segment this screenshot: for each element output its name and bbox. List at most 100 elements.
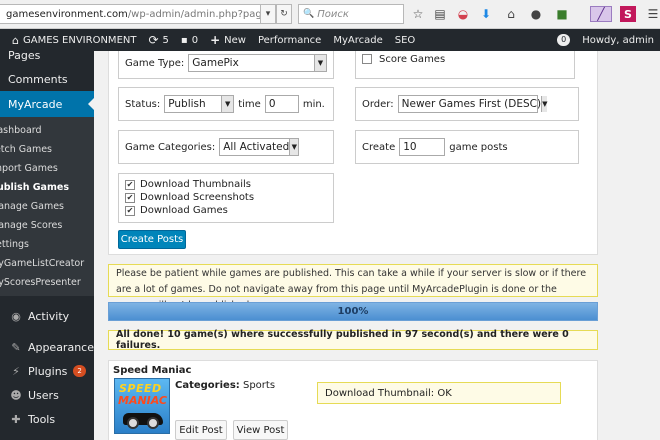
reading-list-icon[interactable]: ▤: [432, 6, 448, 22]
new-content-link[interactable]: + New: [204, 29, 252, 51]
game-type-select[interactable]: GamePix ▼: [188, 54, 327, 72]
sidebar-item-label: Activity: [28, 309, 70, 323]
time-input[interactable]: 0: [264, 95, 299, 113]
submenu-fetch-games[interactable]: Fetch Games: [0, 140, 94, 159]
score-games-checkbox[interactable]: [362, 54, 372, 64]
pen-icon[interactable]: ╱: [590, 6, 612, 22]
notification-count[interactable]: 0: [557, 34, 571, 46]
game-title[interactable]: Speed Maniac: [113, 365, 192, 376]
plugins-update-badge: 2: [73, 365, 86, 377]
car-icon: [123, 413, 163, 429]
dropdown-icon[interactable]: ▾: [260, 4, 276, 24]
myarcade-label: MyArcade: [333, 34, 383, 46]
download-games-row[interactable]: ✔ Download Games: [125, 205, 228, 217]
activity-icon: ◉: [11, 309, 21, 323]
game-thumbnail[interactable]: SPEED MANIAC: [114, 378, 170, 434]
order-value: Newer Games First (DESC): [401, 98, 542, 110]
sidebar-item-tools[interactable]: ✚ Tools: [0, 407, 94, 431]
game-posts-label: game posts: [449, 141, 508, 153]
check-icon[interactable]: ✔: [125, 179, 135, 190]
sidebar-item-label: MyArcade: [8, 97, 63, 111]
new-label: New: [224, 34, 246, 46]
submenu-mygamelistcreator[interactable]: MyGameListCreator: [0, 254, 94, 273]
sidebar-item-label: Users: [28, 388, 59, 402]
submenu-settings[interactable]: Settings: [0, 235, 94, 254]
comment-icon: ▪: [180, 34, 188, 46]
search-input[interactable]: 🔍 Поиск: [298, 4, 404, 24]
sidebar-item-myarcade[interactable]: MyArcade: [0, 91, 94, 117]
create-posts-button[interactable]: Create Posts: [118, 230, 186, 249]
comments-count: 0: [191, 34, 199, 46]
reload-icon[interactable]: ↻: [276, 4, 292, 24]
myarcade-submenu: Dashboard Fetch Games Import Games Publi…: [0, 117, 94, 296]
download-thumbnails-row[interactable]: ✔ Download Thumbnails: [125, 179, 251, 191]
updates-count: 5: [162, 34, 169, 46]
howdy-account-link[interactable]: Howdy, admin: [576, 29, 660, 51]
score-games-label: Score Games: [379, 54, 446, 65]
sidebar-item-pages[interactable]: Pages: [0, 51, 94, 62]
submenu-publish-games[interactable]: Publish Games: [0, 178, 94, 197]
site-name-link[interactable]: ⌂ GAMES ENVIRONMENT: [0, 29, 142, 51]
download-thumbnail-status: Download Thumbnail: OK: [317, 382, 561, 404]
search-placeholder: Поиск: [317, 8, 349, 20]
wrench-icon: ✚: [11, 412, 21, 426]
submenu-manage-scores[interactable]: Manage Scores: [0, 216, 94, 235]
updates-link[interactable]: ⟳ 5: [142, 29, 174, 51]
chat-icon[interactable]: ●: [528, 6, 544, 22]
seo-link[interactable]: SEO: [389, 29, 422, 51]
status-label: Status:: [125, 98, 161, 110]
sidebar-item-activity[interactable]: ◉ Activity: [0, 304, 94, 328]
categories-label: Categories:: [175, 380, 240, 391]
download-icon[interactable]: ⬇: [478, 6, 494, 22]
admin-sidebar: Pages Comments MyArcade Dashboard Fetch …: [0, 51, 94, 440]
submenu-myscorespresenter[interactable]: MyScoresPresenter: [0, 273, 94, 292]
site-name: GAMES ENVIRONMENT: [22, 34, 137, 46]
check-icon[interactable]: ✔: [125, 192, 135, 203]
comments-link[interactable]: ▪ 0: [175, 29, 204, 51]
chevron-down-icon: ▼: [314, 55, 326, 71]
myarcade-link[interactable]: MyArcade: [327, 29, 388, 51]
submenu-dashboard[interactable]: Dashboard: [0, 121, 94, 140]
game-type-value: GamePix: [192, 57, 239, 69]
status-value: Publish: [168, 98, 206, 110]
home-icon[interactable]: ⌂: [503, 6, 519, 22]
menu-icon[interactable]: ☰: [645, 6, 660, 22]
view-post-button[interactable]: View Post: [233, 420, 288, 440]
order-select[interactable]: Newer Games First (DESC) ▼: [397, 95, 548, 113]
main-content: Game Type: GamePix ▼ Score Games Status:…: [94, 51, 660, 440]
sidebar-item-appearance[interactable]: ✎ Appearance: [0, 335, 94, 359]
download-screenshots-row[interactable]: ✔ Download Screenshots: [125, 192, 254, 204]
sidebar-item-users[interactable]: ☻ Users: [0, 383, 94, 407]
progress-bar: 100%: [108, 302, 598, 321]
download-screenshots-label: Download Screenshots: [140, 192, 255, 203]
edit-post-button[interactable]: Edit Post: [175, 420, 227, 440]
performance-link[interactable]: Performance: [252, 29, 327, 51]
sidebar-item-comments[interactable]: Comments: [0, 67, 94, 91]
publish-options-panel: Game Type: GamePix ▼ Score Games Status:…: [108, 51, 598, 255]
pocket-icon[interactable]: ◒: [455, 6, 471, 22]
game-categories-label: Game Categories:: [125, 141, 216, 153]
order-label: Order:: [362, 98, 394, 110]
performance-label: Performance: [257, 34, 322, 46]
sidebar-item-label: Plugins: [28, 364, 68, 378]
seo-label: SEO: [394, 34, 416, 46]
check-icon[interactable]: ✔: [125, 205, 135, 216]
refresh-icon: ⟳: [148, 33, 159, 47]
s-logo-icon[interactable]: S: [620, 6, 636, 22]
chevron-down-icon: ▼: [541, 96, 548, 112]
extension-icon[interactable]: ■: [554, 6, 570, 22]
submenu-manage-games[interactable]: Manage Games: [0, 197, 94, 216]
score-games-box: Score Games: [355, 51, 575, 79]
star-icon[interactable]: ☆: [410, 6, 426, 22]
chevron-down-icon: ▼: [289, 139, 299, 155]
address-bar[interactable]: gamesenvironment.com/wp-admin/admin.php?…: [0, 4, 292, 24]
browser-toolbar: gamesenvironment.com/wp-admin/admin.php?…: [0, 0, 660, 29]
submenu-import-games[interactable]: Import Games: [0, 159, 94, 178]
sidebar-item-plugins[interactable]: ⚡ Plugins 2: [0, 359, 94, 383]
game-categories-select[interactable]: All Activated ▼: [219, 138, 300, 156]
create-count-input[interactable]: 10: [399, 138, 446, 156]
sidebar-item-label: Appearance: [27, 340, 94, 354]
success-message: All done! 10 game(s) where successfully …: [108, 329, 598, 351]
sidebar-item-label: Comments: [8, 72, 68, 86]
status-select[interactable]: Publish ▼: [164, 95, 235, 113]
